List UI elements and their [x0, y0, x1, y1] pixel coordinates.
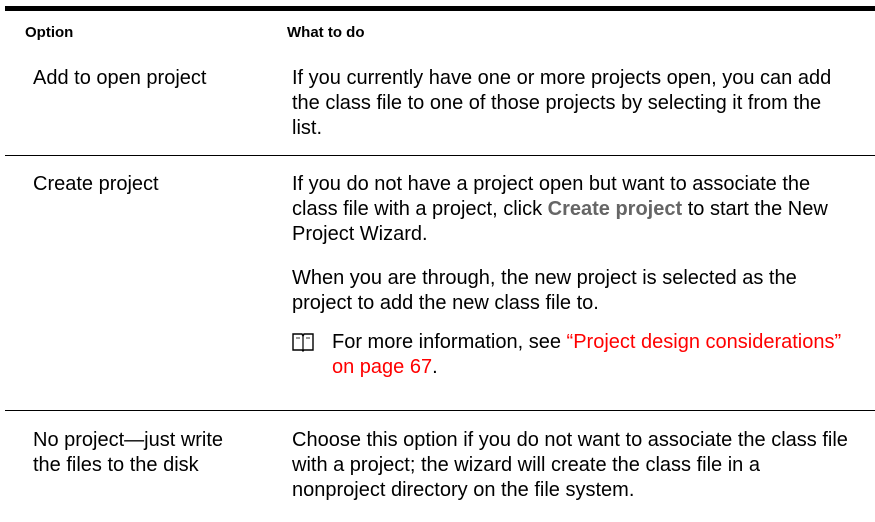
note-end: .	[432, 356, 438, 378]
header-option: Option	[25, 24, 74, 41]
row-2-note: For more information, see “Project desig…	[332, 330, 852, 380]
header-what-to-do: What to do	[287, 24, 365, 41]
create-project-ui-term: Create project	[547, 198, 683, 220]
row-2-desc-2: When you are through, the new project is…	[292, 267, 797, 314]
row-divider-2	[5, 410, 875, 411]
book-icon	[292, 333, 314, 352]
note-text: For more information, see	[332, 331, 561, 353]
table-top-rule	[5, 6, 875, 11]
row-3-option: No project—just write the files to the d…	[33, 429, 224, 476]
row-2-option: Create project	[33, 173, 159, 195]
row-1-desc: If you currently have one or more projec…	[292, 67, 832, 139]
row-2-desc: If you do not have a project open but wa…	[292, 172, 852, 247]
row-3-desc: Choose this option if you do not want to…	[292, 429, 848, 501]
row-1-option: Add to open project	[33, 67, 207, 89]
row-divider-1	[5, 155, 875, 156]
